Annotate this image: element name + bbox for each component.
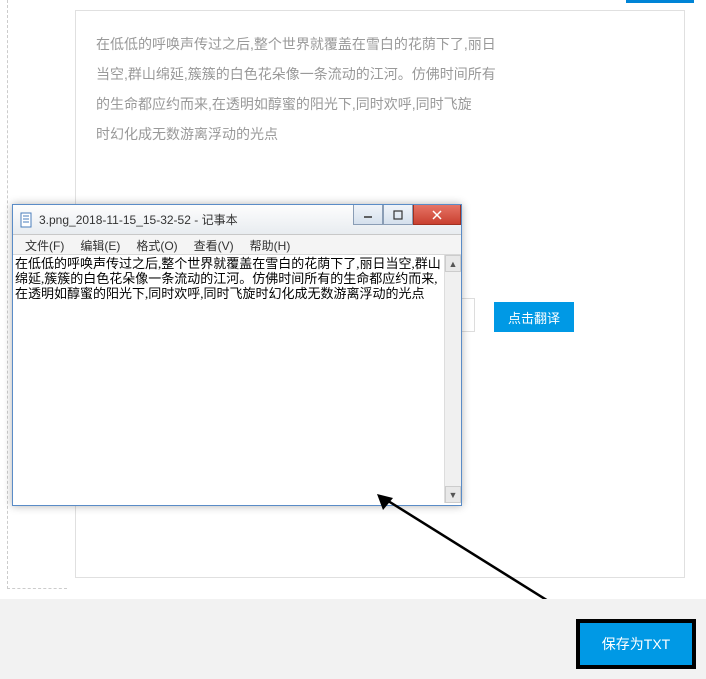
save-txt-highlight: 保存为TXT bbox=[576, 619, 696, 669]
save-txt-button[interactable]: 保存为TXT bbox=[580, 623, 692, 665]
window-controls bbox=[353, 205, 461, 225]
content-line: 在低低的呼唤声传过之后,整个世界就覆盖在雪白的花荫下了,丽日 bbox=[96, 29, 664, 59]
content-line: 当空,群山绵延,簇簇的白色花朵像一条流动的江河。仿佛时间所有 bbox=[96, 59, 664, 89]
notepad-textarea[interactable]: 在低低的呼唤声传过之后,整个世界就覆盖在雪白的花荫下了,丽日当空,群山绵延,簇簇… bbox=[13, 255, 444, 503]
menu-format[interactable]: 格式(O) bbox=[128, 235, 185, 254]
dashed-bottom-border bbox=[7, 588, 67, 589]
content-line: 的生命都应约而来,在透明如醇蜜的阳光下,同时欢呼,同时飞旋 bbox=[96, 89, 664, 119]
menu-edit[interactable]: 编辑(E) bbox=[72, 235, 128, 254]
notepad-app-icon bbox=[19, 212, 35, 228]
notepad-title: 3.png_2018-11-15_15-32-52 - 记事本 bbox=[39, 211, 238, 228]
maximize-button[interactable] bbox=[383, 205, 413, 225]
menu-file[interactable]: 文件(F) bbox=[17, 235, 72, 254]
minimize-button[interactable] bbox=[353, 205, 383, 225]
content-text: 在低低的呼唤声传过之后,整个世界就覆盖在雪白的花荫下了,丽日 当空,群山绵延,簇… bbox=[96, 29, 664, 149]
notepad-titlebar[interactable]: 3.png_2018-11-15_15-32-52 - 记事本 bbox=[13, 205, 461, 235]
content-line: 时幻化成无数游离浮动的光点 bbox=[96, 119, 664, 149]
scroll-up-icon[interactable]: ▲ bbox=[445, 255, 461, 272]
scroll-down-icon[interactable]: ▼ bbox=[445, 486, 461, 503]
menu-view[interactable]: 查看(V) bbox=[186, 235, 242, 254]
menu-help[interactable]: 帮助(H) bbox=[242, 235, 299, 254]
notepad-menubar: 文件(F) 编辑(E) 格式(O) 查看(V) 帮助(H) bbox=[13, 235, 461, 255]
top-accent-line bbox=[626, 0, 694, 3]
close-button[interactable] bbox=[413, 205, 461, 225]
notepad-window: 3.png_2018-11-15_15-32-52 - 记事本 文件(F) 编辑… bbox=[12, 204, 462, 506]
translate-button[interactable]: 点击翻译 bbox=[494, 302, 574, 332]
notepad-body: 在低低的呼唤声传过之后,整个世界就覆盖在雪白的花荫下了,丽日当空,群山绵延,簇簇… bbox=[13, 255, 461, 503]
vertical-scrollbar[interactable]: ▲ ▼ bbox=[444, 255, 461, 503]
